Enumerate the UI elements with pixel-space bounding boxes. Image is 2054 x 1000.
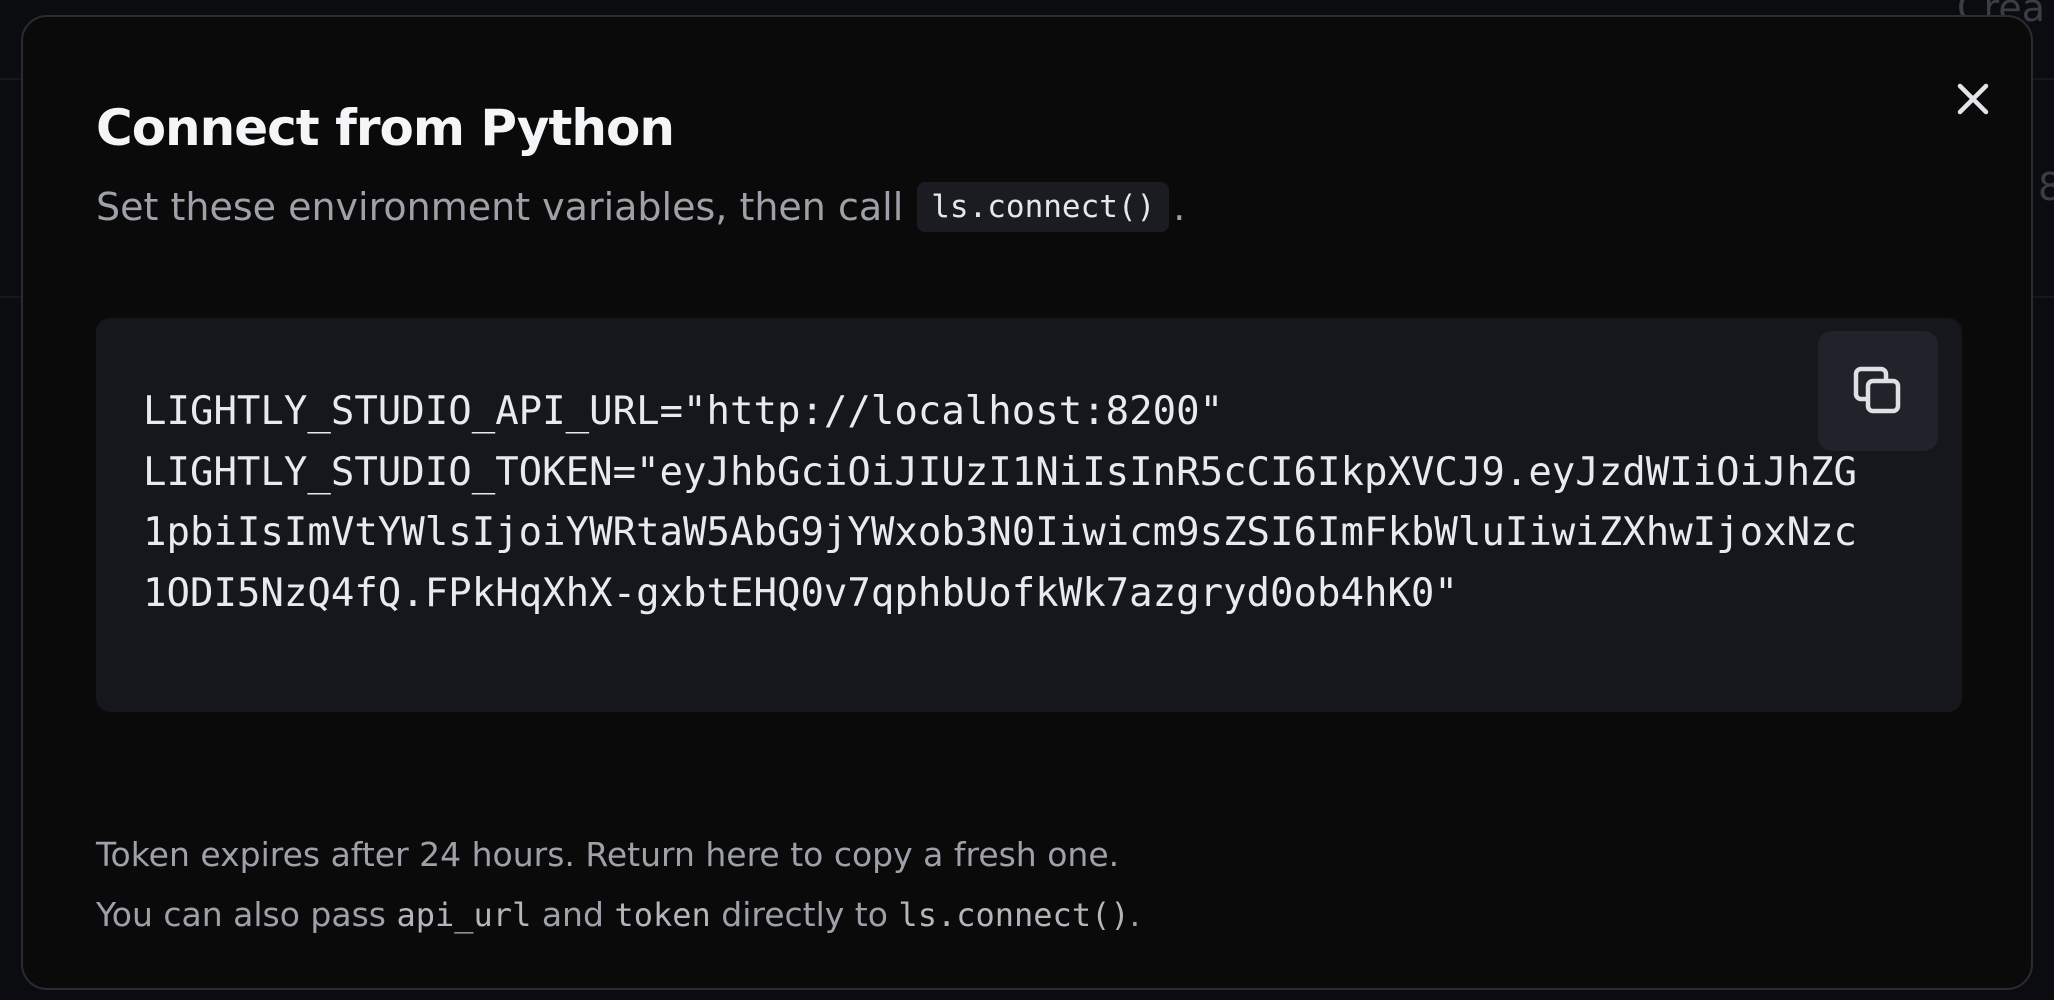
note-text: and [541, 895, 604, 934]
token-expiry-note: Token expires after 24 hours. Return her… [96, 835, 1120, 874]
note-text: directly to [721, 895, 888, 934]
note-text: You can also pass [96, 895, 386, 934]
env-vars-code-block[interactable]: LIGHTLY_STUDIO_API_URL="http://localhost… [96, 318, 1962, 712]
subtitle-suffix: . [1173, 185, 1186, 229]
note-code-token: token [614, 896, 711, 934]
close-icon [1957, 83, 1989, 115]
note-code-api-url: api_url [396, 896, 532, 934]
subtitle-inline-code: ls.connect() [917, 182, 1170, 232]
note-suffix: . [1129, 895, 1141, 934]
connect-python-dialog: Connect from Python Set these environmen… [21, 15, 2033, 990]
close-button[interactable] [1943, 69, 2003, 129]
copy-icon [1853, 366, 1901, 414]
note-code-connect: ls.connect() [898, 896, 1130, 934]
dialog-subtitle: Set these environment variables, then ca… [96, 182, 1185, 232]
subtitle-text: Set these environment variables, then ca… [96, 185, 904, 229]
copy-button[interactable] [1818, 331, 1938, 451]
dialog-title: Connect from Python [96, 99, 675, 157]
dialog-footer: Token expires after 24 hours. Return her… [96, 825, 1140, 945]
background-text-fragment: 8 [2038, 165, 2054, 209]
env-vars-code[interactable]: LIGHTLY_STUDIO_API_URL="http://localhost… [143, 382, 1863, 624]
connect-args-note: You can also pass api_url and token dire… [96, 885, 1140, 945]
